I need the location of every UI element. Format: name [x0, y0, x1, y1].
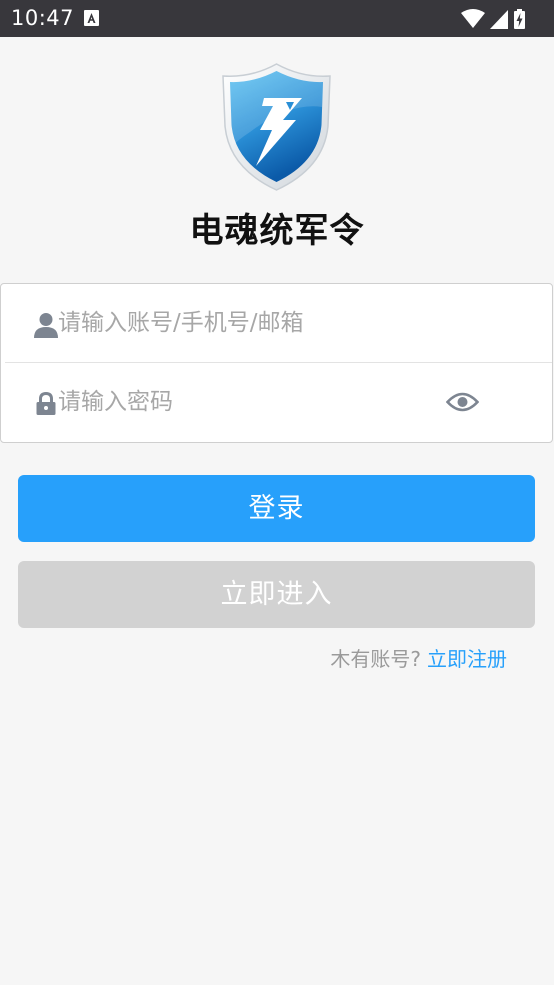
password-input[interactable]	[58, 382, 438, 422]
status-time: 10:47	[11, 6, 75, 30]
register-row: 木有账号? 立即注册	[330, 645, 507, 673]
register-prompt: 木有账号?	[330, 647, 421, 671]
register-link[interactable]: 立即注册	[427, 647, 507, 671]
login-form	[0, 283, 553, 443]
login-button[interactable]: 登录	[18, 475, 535, 542]
password-field-row	[1, 363, 552, 441]
text-notification-icon	[84, 10, 99, 26]
status-icons	[461, 9, 536, 29]
app-title: 电魂统军令	[189, 211, 365, 251]
signal-icon	[490, 10, 508, 29]
eye-icon[interactable]	[446, 391, 479, 413]
shield-lightning-logo	[222, 63, 331, 191]
account-input[interactable]	[58, 303, 438, 343]
enter-now-button[interactable]: 立即进入	[18, 561, 535, 628]
battery-charging-icon	[514, 9, 525, 29]
status-bar: 10:47	[0, 0, 554, 37]
lock-icon	[36, 392, 56, 415]
person-icon	[34, 313, 58, 338]
wifi-icon	[461, 9, 485, 28]
account-field-row	[1, 284, 552, 362]
